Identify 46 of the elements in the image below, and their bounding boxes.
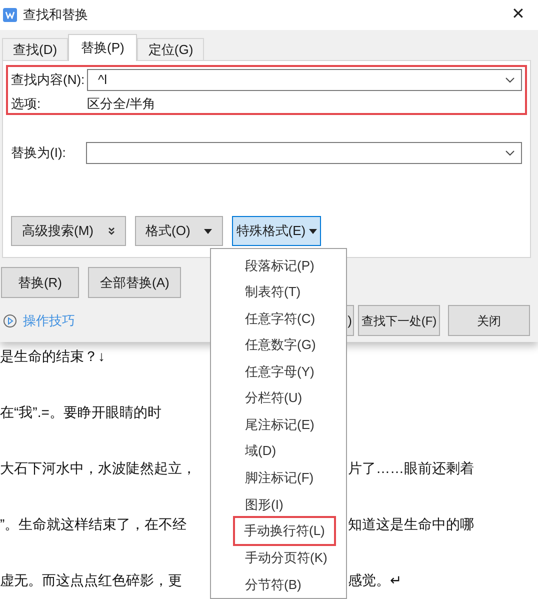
find-field[interactable]: ^l [87,69,522,91]
menu-item[interactable]: 段落标记(P) [245,256,314,276]
double-chevron-icon [108,227,114,235]
caret-down-icon [204,228,212,234]
app-logo-icon [3,8,17,22]
menu-item[interactable]: 域(D) [245,441,276,461]
document-text: 在“我”.=。要睁开眼睛的时 [0,404,162,420]
close-button[interactable]: ✕ [505,2,531,28]
replace-button[interactable]: 替换(R) [1,267,79,298]
action-button[interactable]: 关闭 [448,305,530,336]
format-button[interactable]: 高级搜索(M) [11,216,126,246]
menu-item[interactable]: 制表符(T) [245,282,301,302]
menu-item[interactable]: 手动分页符(K) [245,548,328,568]
chevron-down-icon [505,150,515,156]
format-button[interactable]: 格式(O) [134,216,224,246]
format-button[interactable]: 特殊格式(E) [232,216,321,246]
options-value: 区分全/半角 [87,95,156,113]
window-title: 查找和替换 [23,6,88,24]
document-text: 知道这是生命中的哪 [348,515,474,534]
action-button[interactable]: 查找下一处(F) [358,305,440,336]
document-text: 是生命的结束？↓ [0,348,105,364]
document-text: 感觉。↵ [348,571,402,590]
menu-item[interactable]: 图形(I) [245,494,284,514]
tab[interactable]: 查找(D) [2,38,68,60]
menu-item[interactable]: 手动换行符(L) [233,516,336,546]
chevron-down-icon [505,77,515,83]
replace-button[interactable]: 全部替换(A) [88,267,182,298]
menu-item[interactable]: 尾注标记(E) [245,414,314,434]
document-text: 片了……眼前还剩着 [348,459,474,478]
field-label: 替换为(I): [11,144,67,162]
document-text: 虚无。而这点点红色碎影，更 [0,572,182,588]
menu-item[interactable]: 任意字符(C) [245,308,316,328]
replace-field[interactable] [86,142,522,164]
play-circle-icon [3,314,17,328]
menu-item[interactable]: 分节符(B) [245,574,302,594]
menu-item[interactable]: 脚注标记(F) [245,468,314,488]
field-label: 查找内容(N): [11,71,86,90]
tab[interactable]: 替换(P) [68,34,138,61]
menu-item[interactable]: 任意字母(Y) [245,362,314,382]
document-text: 大石下河水中，水波陡然起立， [0,460,196,476]
options-label: 选项: [11,95,42,113]
menu-item[interactable]: 分栏符(U) [245,388,302,408]
document-text: ”。生命就这样结束了，在不经 [0,516,187,532]
caret-down-icon [308,228,317,234]
menu-item[interactable]: 任意数字(G) [245,335,316,355]
tab[interactable]: 定位(G) [137,38,204,60]
